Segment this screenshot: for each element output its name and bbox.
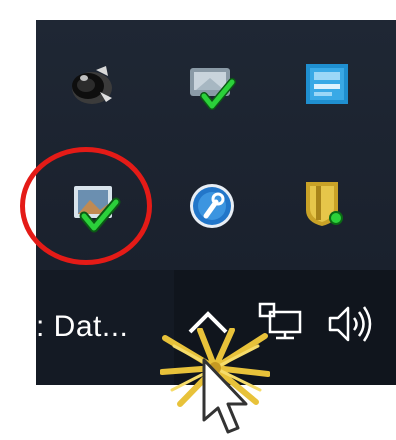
wrench-icon[interactable]	[186, 180, 238, 232]
mouse-pointer-icon	[202, 358, 248, 434]
shield-icon[interactable]	[298, 178, 350, 230]
speaker-icon[interactable]	[66, 58, 118, 110]
taskbar-app-label: : Dat...	[36, 310, 129, 343]
sync-check-icon[interactable]	[186, 60, 238, 112]
volume-icon[interactable]	[326, 300, 378, 348]
taskbar-app-button[interactable]: : Dat...	[36, 270, 174, 385]
highlight-circle	[20, 147, 152, 265]
intel-graphics-icon[interactable]	[302, 58, 354, 110]
